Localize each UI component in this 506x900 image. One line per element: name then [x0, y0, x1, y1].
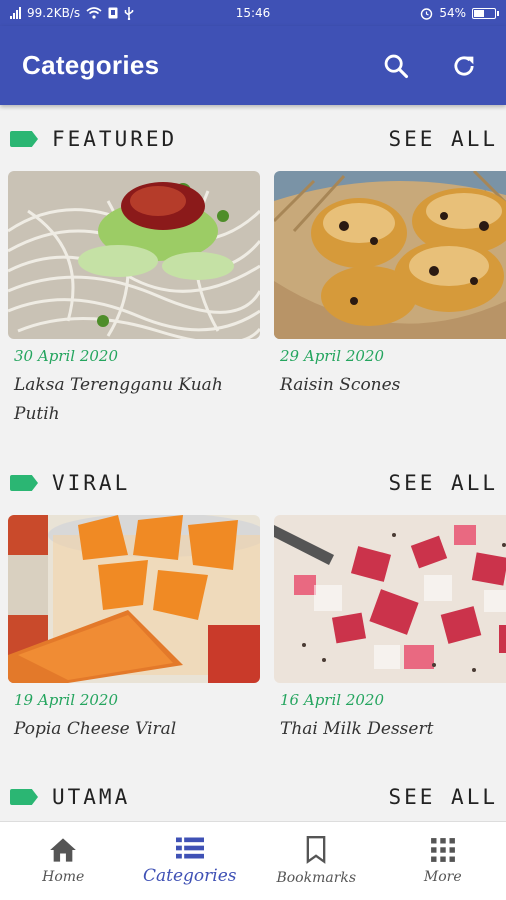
nav-bookmarks[interactable]: Bookmarks	[253, 822, 380, 900]
page-title: Categories	[22, 50, 160, 80]
recipe-card[interactable]: 30 April 2020 Laksa Terengganu Kuah Puti…	[8, 171, 260, 429]
app-bar: Categories	[0, 26, 506, 105]
refresh-button[interactable]	[444, 46, 484, 86]
list-icon	[175, 837, 204, 859]
categories-content[interactable]: FEATURED SEE ALL 30 April 2020 Laksa Ter…	[0, 105, 506, 821]
recipe-date: 19 April 2020	[14, 691, 118, 709]
recipe-card[interactable]: 29 April 2020 Raisin Scones	[274, 171, 506, 429]
nav-label: Bookmarks	[276, 870, 357, 886]
signal-icon	[10, 7, 21, 19]
refresh-icon	[454, 55, 474, 75]
nav-label: More	[423, 869, 462, 885]
nav-label: Categories	[143, 866, 237, 886]
search-icon	[384, 54, 409, 78]
recipe-date: 16 April 2020	[280, 691, 384, 709]
recipe-image-thai-milk	[274, 515, 506, 683]
see-all-button[interactable]: SEE ALL	[388, 785, 498, 809]
recipe-image-popia	[8, 515, 260, 683]
bottom-navigation: Home Categories Bookmarks More	[0, 821, 506, 900]
recipe-card[interactable]: 19 April 2020 Popia Cheese Viral	[8, 515, 260, 744]
nav-categories[interactable]: Categories	[127, 822, 254, 900]
nav-more[interactable]: More	[380, 822, 506, 900]
wifi-icon	[86, 7, 102, 19]
tag-icon	[10, 475, 38, 491]
recipe-card[interactable]: 16 April 2020 Thai Milk Dessert	[274, 515, 506, 744]
alarm-icon	[421, 7, 433, 20]
home-icon	[50, 838, 77, 862]
recipe-date: 29 April 2020	[280, 347, 384, 365]
nav-label: Home	[42, 869, 85, 885]
section-title: UTAMA	[52, 785, 131, 809]
see-all-button[interactable]: SEE ALL	[388, 471, 498, 495]
recipe-name: Raisin Scones	[280, 375, 401, 395]
network-speed: 99.2KB/s	[27, 6, 81, 20]
battery-percent: 54%	[439, 6, 466, 20]
recipe-image-laksa	[8, 171, 260, 339]
usb-icon	[124, 6, 134, 20]
recipe-image-scones	[274, 171, 506, 339]
grid-icon	[430, 838, 455, 862]
section-utama: UTAMA SEE ALL	[0, 777, 506, 817]
section-header: VIRAL SEE ALL	[0, 463, 506, 503]
section-header: UTAMA SEE ALL	[0, 777, 506, 817]
status-bar: 99.2KB/s 15:46 54%	[0, 0, 506, 26]
notification-icon	[108, 7, 118, 19]
section-viral: VIRAL SEE ALL 19 April 2020 Popia Cheese…	[0, 463, 506, 744]
search-button[interactable]	[376, 46, 416, 86]
recipe-name: Popia Cheese Viral	[14, 719, 177, 739]
section-header: FEATURED SEE ALL	[0, 119, 506, 159]
recipe-name: Laksa Terengganu Kuah Putih	[14, 375, 223, 424]
recipe-date: 30 April 2020	[14, 347, 118, 365]
nav-home[interactable]: Home	[0, 822, 127, 900]
section-featured: FEATURED SEE ALL 30 April 2020 Laksa Ter…	[0, 119, 506, 429]
tag-icon	[10, 789, 38, 805]
section-title: VIRAL	[52, 471, 131, 495]
see-all-button[interactable]: SEE ALL	[388, 127, 498, 151]
battery-icon	[472, 7, 499, 19]
recipe-name: Thai Milk Dessert	[280, 719, 434, 739]
section-title: FEATURED	[52, 127, 178, 151]
tag-icon	[10, 131, 38, 147]
bookmark-icon	[306, 836, 326, 864]
